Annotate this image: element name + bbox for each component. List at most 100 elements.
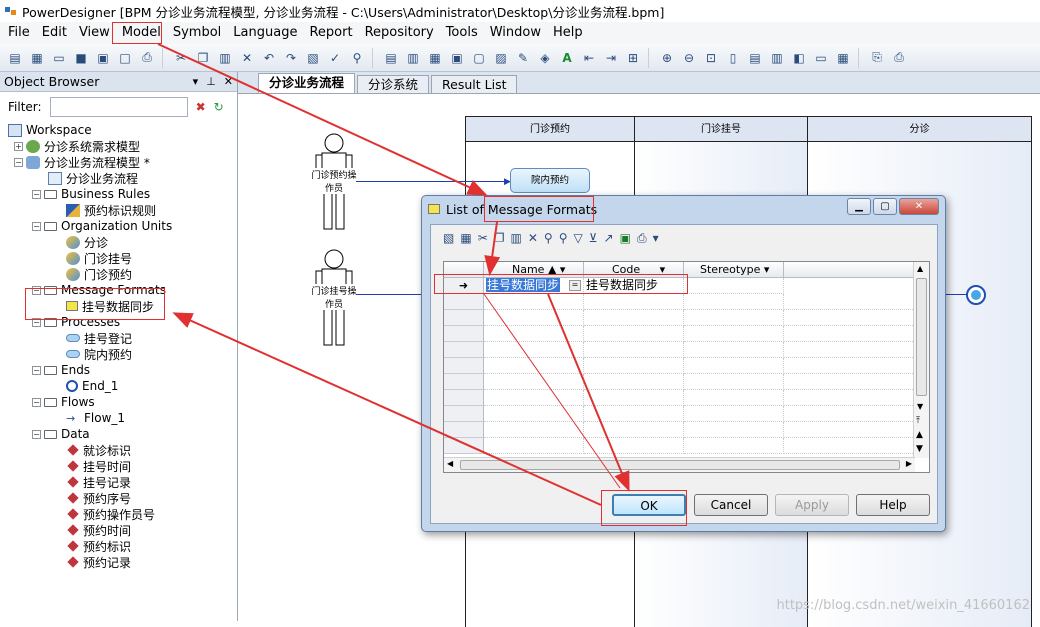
tree-processes[interactable]: − Processes: [8, 314, 237, 330]
print2-icon[interactable]: ⎙: [888, 47, 910, 69]
process-node[interactable]: 院内预约: [510, 168, 590, 193]
tree-data-item[interactable]: 预约操作员号: [8, 506, 237, 522]
refresh-icon[interactable]: ↻: [214, 100, 224, 114]
new-project-icon[interactable]: ▦: [26, 47, 48, 69]
menu-tools[interactable]: Tools: [440, 23, 484, 43]
row-header[interactable]: [444, 406, 484, 422]
tree-business-rules[interactable]: − Business Rules: [8, 186, 237, 202]
zoom-out-icon[interactable]: ⊖: [678, 47, 700, 69]
group-icon[interactable]: ⊞: [622, 47, 644, 69]
tree-message-formats[interactable]: − Message Formats: [8, 282, 237, 298]
grid-cell[interactable]: [484, 406, 584, 422]
minimize-icon[interactable]: ▁: [847, 198, 871, 215]
delete-icon[interactable]: ✕: [528, 231, 538, 245]
scroll-up-icon[interactable]: ▲: [917, 264, 923, 273]
column-header-name[interactable]: Name ▲ ▾: [484, 262, 584, 278]
tree-message-format-item[interactable]: 挂号数据同步: [8, 298, 237, 314]
preview-icon[interactable]: ⎘: [866, 47, 888, 69]
menu-file[interactable]: File: [2, 23, 36, 43]
filter-dropdown-icon[interactable]: ▾: [660, 263, 666, 276]
expand-icon[interactable]: +: [14, 141, 23, 151]
grid-cell[interactable]: [784, 310, 915, 326]
grid-cell[interactable]: [784, 438, 915, 454]
grid-cell[interactable]: [484, 422, 584, 438]
print-icon[interactable]: ⎙: [136, 47, 158, 69]
add-row-icon[interactable]: ▦: [460, 231, 471, 245]
select-icon[interactable]: ◧: [788, 47, 810, 69]
align-icon[interactable]: ⇤: [578, 47, 600, 69]
customize-columns-icon[interactable]: ↗: [604, 231, 614, 245]
tree-data-item[interactable]: 挂号记录: [8, 474, 237, 490]
tree-model-bpm[interactable]: − 分诊业务流程模型 *: [8, 154, 237, 170]
page-icon[interactable]: ▯: [722, 47, 744, 69]
find-in-list-icon[interactable]: ⚲: [559, 231, 568, 245]
tree-workspace[interactable]: Workspace: [8, 122, 237, 138]
grid-cell[interactable]: [684, 422, 784, 438]
grid-cell[interactable]: [684, 294, 784, 310]
row-pointer-icon[interactable]: ➜: [444, 278, 484, 294]
tab-business-process[interactable]: 分诊业务流程: [258, 73, 356, 93]
new-icon[interactable]: ▤: [4, 47, 26, 69]
row-header[interactable]: [444, 374, 484, 390]
tree-data-item[interactable]: 预约标识: [8, 538, 237, 554]
swimlane-header[interactable]: 分诊: [807, 116, 1032, 142]
grid-cell[interactable]: [584, 310, 684, 326]
tree-org-unit[interactable]: 分诊: [8, 234, 237, 250]
collapse-icon[interactable]: −: [32, 221, 41, 231]
style-icon[interactable]: ▨: [490, 47, 512, 69]
maximize-icon[interactable]: ▢: [873, 198, 897, 215]
tree-rule-item[interactable]: 预约标识规则: [8, 202, 237, 218]
scroll-next-icon[interactable]: ▼: [916, 444, 923, 454]
help-button[interactable]: Help: [856, 494, 930, 516]
clear-filter-icon[interactable]: ✖: [196, 100, 206, 114]
menu-window[interactable]: Window: [484, 23, 547, 43]
hscroll-thumb[interactable]: [460, 460, 900, 470]
print-icon[interactable]: ⎙: [637, 231, 647, 246]
grid-cell[interactable]: [584, 438, 684, 454]
grid-cell[interactable]: [784, 342, 915, 358]
tree-data-item[interactable]: 预约记录: [8, 554, 237, 570]
row-header[interactable]: [444, 342, 484, 358]
properties-icon[interactable]: ▧: [302, 47, 324, 69]
swimlane-header[interactable]: 门诊挂号: [634, 116, 808, 142]
tree-organization-units[interactable]: − Organization Units: [8, 218, 237, 234]
save-all-icon[interactable]: ▣: [92, 47, 114, 69]
undo-icon[interactable]: ↶: [258, 47, 280, 69]
check-model-icon[interactable]: ✓: [324, 47, 346, 69]
column-header-stereotype[interactable]: Stereotype ▾: [684, 262, 784, 278]
grid-cell[interactable]: [484, 390, 584, 406]
scroll-prev-icon[interactable]: ▲: [916, 430, 923, 440]
tree-flows[interactable]: − Flows: [8, 394, 237, 410]
arrange-icon[interactable]: ⇥: [600, 47, 622, 69]
view-icon[interactable]: ▥: [766, 47, 788, 69]
close-icon[interactable]: ✕: [899, 198, 939, 215]
cell-name[interactable]: 挂号数据同步 =: [484, 278, 584, 294]
scroll-thumb[interactable]: [916, 278, 927, 396]
grid-cell[interactable]: [584, 406, 684, 422]
grid-cell[interactable]: [684, 390, 784, 406]
comment-icon[interactable]: ▭: [810, 47, 832, 69]
delete-icon[interactable]: ✕: [236, 47, 258, 69]
grid-cell[interactable]: [584, 390, 684, 406]
tree-data-item[interactable]: 预约序号: [8, 490, 237, 506]
fill-color-icon[interactable]: ◈: [534, 47, 556, 69]
row-header[interactable]: [444, 358, 484, 374]
grid-cell[interactable]: [484, 438, 584, 454]
grid-cell[interactable]: [484, 358, 584, 374]
scroll-down-icon[interactable]: ▼: [917, 402, 923, 411]
vertical-scrollbar[interactable]: ▲ ▼ ⤒ ▲ ▼: [913, 262, 929, 458]
grid-cell[interactable]: [784, 422, 915, 438]
cancel-button[interactable]: Cancel: [694, 494, 768, 516]
excel-export-icon[interactable]: ▣: [620, 231, 631, 245]
layout-icon[interactable]: ▤: [744, 47, 766, 69]
symbol-icon[interactable]: ▤: [380, 47, 402, 69]
find-icon[interactable]: ⚲: [544, 231, 553, 245]
grid-cell[interactable]: [684, 342, 784, 358]
apply-button[interactable]: Apply: [775, 494, 849, 516]
grid-cell[interactable]: [784, 390, 915, 406]
tree-data-item[interactable]: 预约时间: [8, 522, 237, 538]
menu-report[interactable]: Report: [303, 23, 358, 43]
tree-org-unit[interactable]: 门诊挂号: [8, 250, 237, 266]
horizontal-scrollbar[interactable]: ◀ ▶: [444, 457, 915, 472]
grid-cell[interactable]: [784, 374, 915, 390]
